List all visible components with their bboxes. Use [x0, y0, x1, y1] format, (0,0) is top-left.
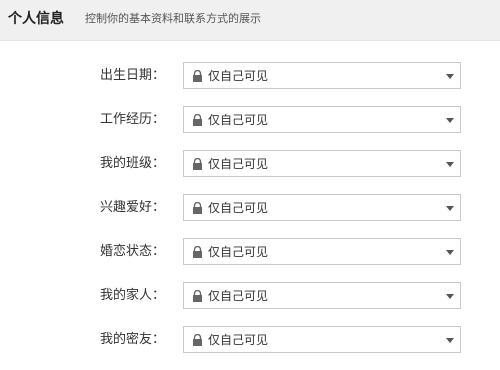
interests-visibility-select[interactable]: 仅自己可见 [183, 194, 461, 221]
setting-label: 出生日期： [99, 68, 165, 83]
lock-icon [193, 114, 202, 126]
select-value: 仅自己可见 [208, 69, 269, 83]
caret-down-icon [446, 294, 454, 299]
setting-row-class: 我的班级： 仅自己可见 [0, 150, 500, 194]
caret-down-icon [446, 118, 454, 123]
family-visibility-select[interactable]: 仅自己可见 [183, 282, 461, 309]
section-description: 控制你的基本资料和联系方式的展示 [85, 12, 261, 25]
lock-icon [193, 246, 202, 258]
close-friends-visibility-select[interactable]: 仅自己可见 [183, 326, 461, 353]
setting-row-work-experience: 工作经历： 仅自己可见 [0, 106, 500, 150]
setting-row-relationship: 婚恋状态： 仅自己可见 [0, 238, 500, 282]
setting-label: 工作经历： [99, 112, 165, 127]
setting-label: 我的家人： [99, 288, 165, 303]
lock-icon [193, 202, 202, 214]
privacy-settings-list: 出生日期： 仅自己可见 工作经历： 仅自己可见 我的班级： 仅自己可见 兴趣爱好… [0, 62, 500, 370]
class-visibility-select[interactable]: 仅自己可见 [183, 150, 461, 177]
caret-down-icon [446, 162, 454, 167]
setting-row-family: 我的家人： 仅自己可见 [0, 282, 500, 326]
lock-icon [193, 290, 202, 302]
select-value: 仅自己可见 [208, 157, 269, 171]
setting-row-interests: 兴趣爱好： 仅自己可见 [0, 194, 500, 238]
lock-icon [193, 158, 202, 170]
caret-down-icon [446, 250, 454, 255]
section-header: 个人信息 控制你的基本资料和联系方式的展示 [0, 0, 500, 41]
select-value: 仅自己可见 [208, 333, 269, 347]
section-title: 个人信息 [8, 11, 64, 27]
setting-row-close-friends: 我的密友： 仅自己可见 [0, 326, 500, 370]
select-value: 仅自己可见 [208, 289, 269, 303]
work-experience-visibility-select[interactable]: 仅自己可见 [183, 106, 461, 133]
caret-down-icon [446, 206, 454, 211]
birthday-visibility-select[interactable]: 仅自己可见 [183, 62, 461, 89]
caret-down-icon [446, 338, 454, 343]
setting-label: 婚恋状态： [99, 244, 165, 259]
lock-icon [193, 334, 202, 346]
setting-label: 兴趣爱好： [99, 200, 165, 215]
caret-down-icon [446, 74, 454, 79]
select-value: 仅自己可见 [208, 113, 269, 127]
setting-label: 我的班级： [99, 156, 165, 171]
select-value: 仅自己可见 [208, 245, 269, 259]
relationship-visibility-select[interactable]: 仅自己可见 [183, 238, 461, 265]
setting-row-birthday: 出生日期： 仅自己可见 [0, 62, 500, 106]
setting-label: 我的密友： [99, 332, 165, 347]
lock-icon [193, 70, 202, 82]
select-value: 仅自己可见 [208, 201, 269, 215]
